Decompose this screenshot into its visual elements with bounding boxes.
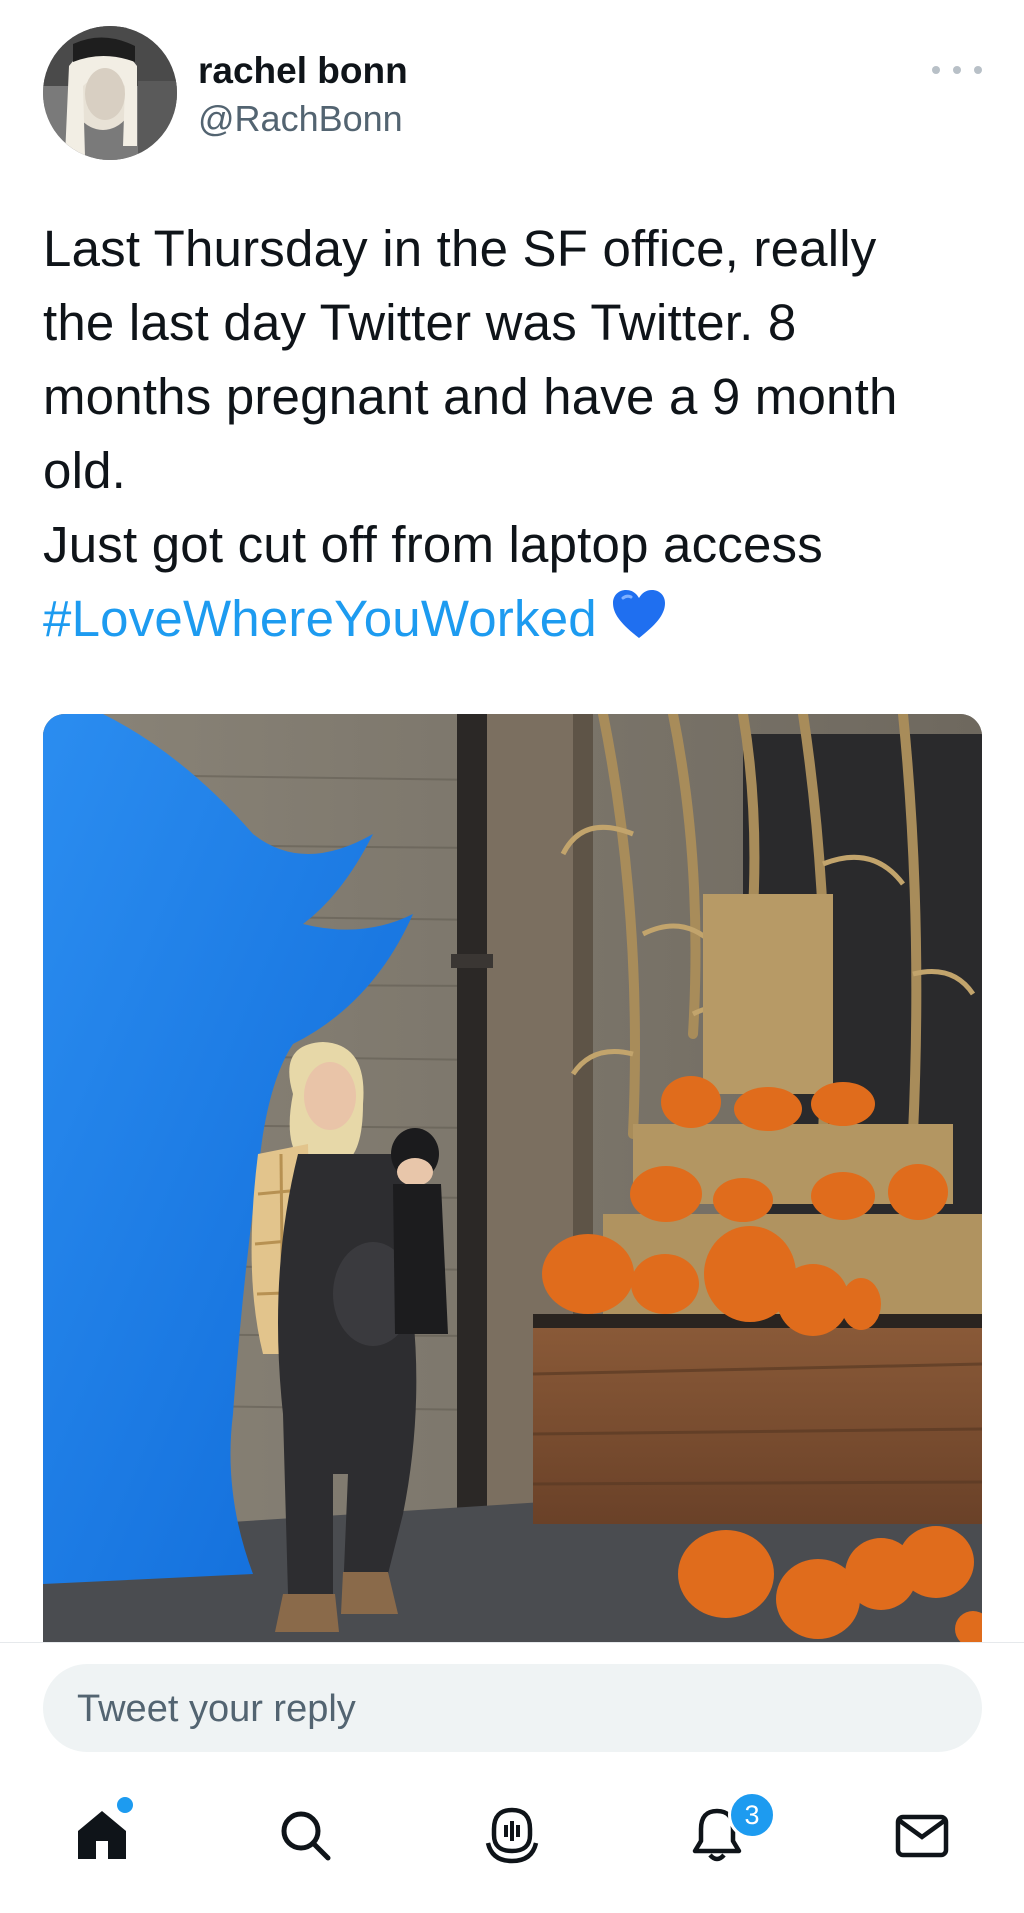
notifications-badge: 3 — [728, 1791, 776, 1839]
bottom-nav: 3 — [0, 1780, 1024, 1913]
reply-bar[interactable] — [43, 1664, 982, 1754]
tweet-text-line: months pregnant and have a 9 month — [43, 368, 898, 425]
tweet-photo[interactable] — [43, 714, 982, 1642]
tweet-header: rachel bonn @RachBonn — [0, 0, 1024, 170]
blue-heart-icon — [611, 586, 667, 660]
nav-spaces[interactable] — [452, 1780, 572, 1890]
reply-input[interactable] — [75, 1664, 939, 1754]
hashtag-line: #LoveWhereYouWorked — [43, 582, 983, 660]
tweet-text-line: old. — [43, 442, 127, 499]
divider — [0, 1642, 1024, 1643]
new-content-dot — [117, 1797, 133, 1813]
author-avatar[interactable] — [43, 26, 177, 160]
nav-home[interactable] — [42, 1780, 162, 1890]
more-options-icon[interactable] — [932, 52, 982, 88]
tweet-text: Last Thursday in the SF office, really t… — [43, 212, 983, 660]
spaces-icon — [485, 1807, 539, 1864]
author-handle[interactable]: @RachBonn — [198, 98, 403, 140]
home-icon — [78, 1811, 126, 1859]
more-dot — [953, 66, 961, 74]
more-dot — [932, 66, 940, 74]
search-icon — [281, 1811, 331, 1861]
nav-search[interactable] — [245, 1780, 365, 1890]
hashtag-link[interactable]: #LoveWhereYouWorked — [43, 590, 597, 647]
messages-icon — [895, 1814, 949, 1858]
more-dot — [974, 66, 982, 74]
tweet-text-line: the last day Twitter was Twitter. 8 — [43, 294, 797, 351]
tweet-text-line: Just got cut off from laptop access — [43, 516, 823, 573]
tweet-text-line: Last Thursday in the SF office, really — [43, 220, 877, 277]
nav-messages[interactable] — [862, 1780, 982, 1890]
author-name[interactable]: rachel bonn — [198, 50, 408, 92]
